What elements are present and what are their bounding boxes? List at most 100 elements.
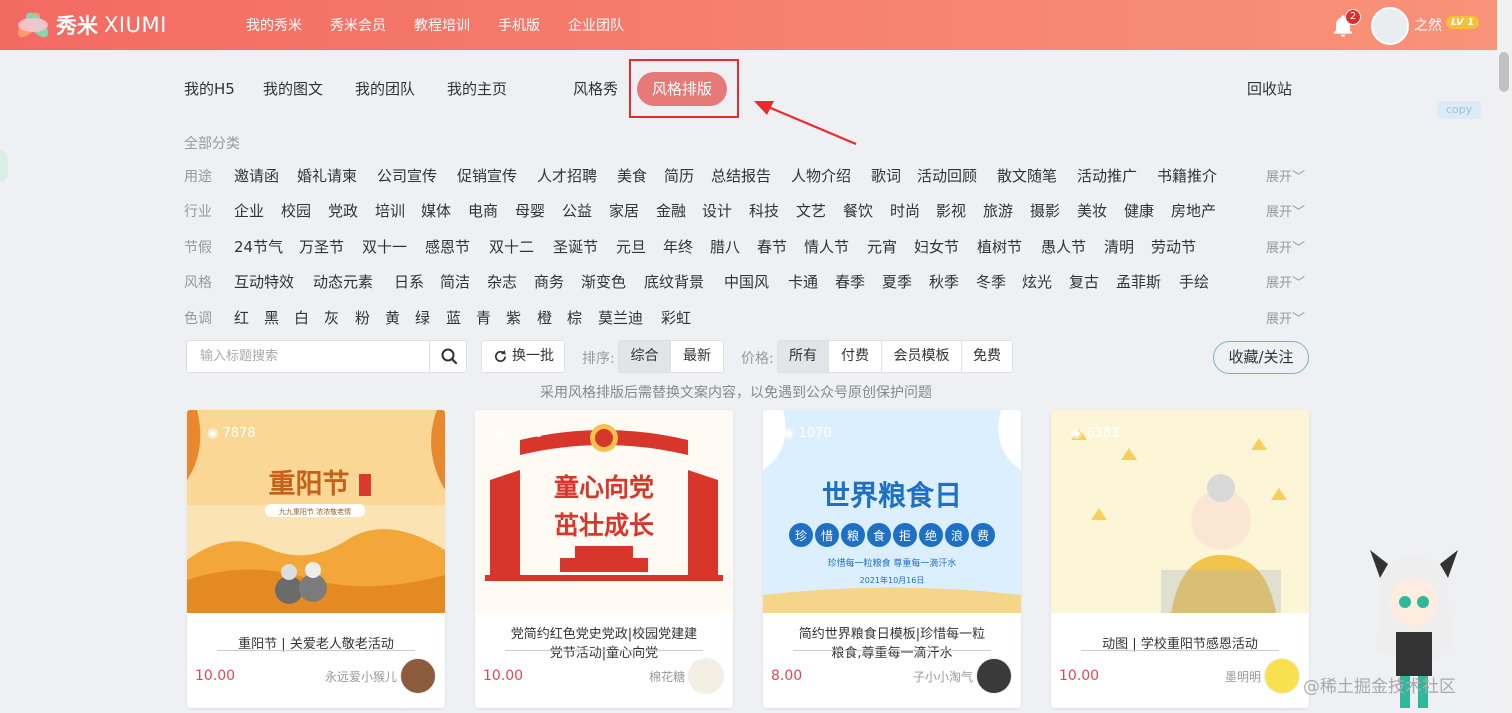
filter-item[interactable]: 复古 bbox=[1069, 271, 1099, 292]
search-button[interactable] bbox=[429, 341, 467, 372]
template-card[interactable]: ◉ 6383 动图 | 学校重阳节感恩活动 10.00 墨明明 bbox=[1051, 410, 1309, 708]
filter-item[interactable]: 活动推广 bbox=[1077, 165, 1137, 186]
refresh-batch-button[interactable]: 换一批 bbox=[481, 340, 565, 373]
filter-item[interactable]: 电商 bbox=[468, 200, 498, 221]
filter-item[interactable]: 年终 bbox=[663, 236, 693, 257]
filter-item[interactable]: 橙 bbox=[537, 307, 552, 328]
author-name[interactable]: 子小小淘气 bbox=[913, 668, 973, 685]
filter-item[interactable]: 总结报告 bbox=[711, 165, 771, 186]
filter-item[interactable]: 摄影 bbox=[1030, 200, 1060, 221]
filter-item[interactable]: 人物介绍 bbox=[791, 165, 851, 186]
tab-style-show[interactable]: 风格秀 bbox=[573, 78, 618, 99]
nav-my-xiumi[interactable]: 我的秀米 bbox=[246, 15, 302, 35]
author-avatar[interactable] bbox=[976, 658, 1012, 694]
filter-item[interactable]: 美食 bbox=[617, 165, 647, 186]
template-card[interactable]: 重阳节 九九重阳节 浓浓敬老情 ◉ 7878 重阳节 | 关爱老人敬老活动 10… bbox=[187, 410, 445, 708]
page-scrollbar[interactable] bbox=[1497, 0, 1512, 713]
filter-item[interactable]: 培训 bbox=[375, 200, 405, 221]
sort-comprehensive[interactable]: 综合 bbox=[618, 340, 671, 373]
filter-item[interactable]: 元宵 bbox=[867, 236, 897, 257]
expand-toggle[interactable]: 展开﹀ bbox=[1266, 201, 1305, 220]
filter-item[interactable]: 散文随笔 bbox=[997, 165, 1057, 186]
filter-item[interactable]: 餐饮 bbox=[843, 200, 873, 221]
filter-item[interactable]: 莫兰迪 bbox=[598, 307, 643, 328]
filter-item[interactable]: 圣诞节 bbox=[553, 236, 598, 257]
filter-item[interactable]: 公益 bbox=[562, 200, 592, 221]
filter-item[interactable]: 春季 bbox=[835, 271, 865, 292]
filter-item[interactable]: 双十二 bbox=[489, 236, 534, 257]
copy-badge[interactable]: copy bbox=[1437, 101, 1481, 119]
filter-item[interactable]: 春节 bbox=[757, 236, 787, 257]
filter-item[interactable]: 粉 bbox=[355, 307, 370, 328]
filter-item[interactable]: 动态元素 bbox=[313, 271, 373, 292]
author-name[interactable]: 棉花糖 bbox=[649, 668, 685, 685]
filter-item[interactable]: 清明 bbox=[1104, 236, 1134, 257]
price-paid[interactable]: 付费 bbox=[828, 340, 882, 373]
filter-item[interactable]: 设计 bbox=[702, 200, 732, 221]
filter-item[interactable]: 家居 bbox=[609, 200, 639, 221]
filter-item[interactable]: 时尚 bbox=[890, 200, 920, 221]
filter-item[interactable]: 日系 bbox=[394, 271, 424, 292]
search-input[interactable] bbox=[187, 341, 429, 372]
tab-my-articles[interactable]: 我的图文 bbox=[263, 78, 323, 99]
filter-item[interactable]: 冬季 bbox=[976, 271, 1006, 292]
filter-item[interactable]: 底纹背景 bbox=[644, 271, 704, 292]
filter-item[interactable]: 简历 bbox=[664, 165, 694, 186]
filter-item[interactable]: 杂志 bbox=[487, 271, 517, 292]
filter-item[interactable]: 蓝 bbox=[446, 307, 461, 328]
filter-item[interactable]: 孟菲斯 bbox=[1116, 271, 1161, 292]
side-drawer-handle[interactable] bbox=[0, 150, 8, 182]
recycle-bin-link[interactable]: 回收站 bbox=[1247, 78, 1292, 99]
filter-item[interactable]: 书籍推介 bbox=[1157, 165, 1217, 186]
filter-item[interactable]: 活动回顾 bbox=[917, 165, 977, 186]
expand-toggle[interactable]: 展开﹀ bbox=[1266, 272, 1305, 291]
filter-item[interactable]: 感恩节 bbox=[425, 236, 470, 257]
filter-item[interactable]: 元旦 bbox=[616, 236, 646, 257]
filter-item[interactable]: 劳动节 bbox=[1151, 236, 1196, 257]
filter-item[interactable]: 炫光 bbox=[1022, 271, 1052, 292]
expand-toggle[interactable]: 展开﹀ bbox=[1266, 308, 1305, 327]
filter-item[interactable]: 简洁 bbox=[440, 271, 470, 292]
filter-item[interactable]: 黑 bbox=[264, 307, 279, 328]
filter-item[interactable]: 腊八 bbox=[710, 236, 740, 257]
nav-mobile[interactable]: 手机版 bbox=[498, 15, 540, 35]
tab-my-team[interactable]: 我的团队 bbox=[355, 78, 415, 99]
filter-item[interactable]: 媒体 bbox=[421, 200, 451, 221]
xiumi-logo[interactable]: 秀米 XIUMI bbox=[13, 8, 167, 42]
filter-item[interactable]: 旅游 bbox=[983, 200, 1013, 221]
filter-item[interactable]: 夏季 bbox=[882, 271, 912, 292]
filter-item[interactable]: 中国风 bbox=[724, 271, 769, 292]
filter-item[interactable]: 房地产 bbox=[1171, 200, 1216, 221]
filter-item[interactable]: 商务 bbox=[534, 271, 564, 292]
author-name[interactable]: 墨明明 bbox=[1225, 668, 1261, 685]
filter-item[interactable]: 人才招聘 bbox=[537, 165, 597, 186]
author-avatar[interactable] bbox=[1264, 658, 1300, 694]
filter-item[interactable]: 愚人节 bbox=[1041, 236, 1086, 257]
author-avatar[interactable] bbox=[688, 658, 724, 694]
filter-item[interactable]: 妇女节 bbox=[914, 236, 959, 257]
user-name[interactable]: 之然 bbox=[1414, 15, 1442, 35]
filter-item[interactable]: 紫 bbox=[506, 307, 521, 328]
filter-item[interactable]: 青 bbox=[476, 307, 491, 328]
filter-item[interactable]: 党政 bbox=[328, 200, 358, 221]
filter-item[interactable]: 24节气 bbox=[234, 236, 283, 257]
nav-membership[interactable]: 秀米会员 bbox=[330, 15, 386, 35]
nav-tutorials[interactable]: 教程培训 bbox=[414, 15, 470, 35]
filter-item[interactable]: 歌词 bbox=[871, 165, 901, 186]
scrollbar-thumb[interactable] bbox=[1499, 52, 1509, 92]
filter-item[interactable]: 邀请函 bbox=[234, 165, 279, 186]
template-card[interactable]: 童心向党 茁壮成长 ◉ 1709 党简约红色党史党政|校园党建建党节活动|童心向… bbox=[475, 410, 733, 708]
filter-item[interactable]: 美妆 bbox=[1077, 200, 1107, 221]
user-avatar[interactable] bbox=[1371, 7, 1409, 45]
filter-item[interactable]: 科技 bbox=[749, 200, 779, 221]
tab-my-homepage[interactable]: 我的主页 bbox=[447, 78, 507, 99]
filter-item[interactable]: 婚礼请柬 bbox=[297, 165, 357, 186]
filter-item[interactable]: 绿 bbox=[415, 307, 430, 328]
price-all[interactable]: 所有 bbox=[777, 340, 829, 373]
filter-item[interactable]: 情人节 bbox=[804, 236, 849, 257]
filter-item[interactable]: 万圣节 bbox=[299, 236, 344, 257]
filter-item[interactable]: 棕 bbox=[567, 307, 582, 328]
filter-item[interactable]: 渐变色 bbox=[581, 271, 626, 292]
filter-item[interactable]: 影视 bbox=[936, 200, 966, 221]
filter-item[interactable]: 灰 bbox=[324, 307, 339, 328]
